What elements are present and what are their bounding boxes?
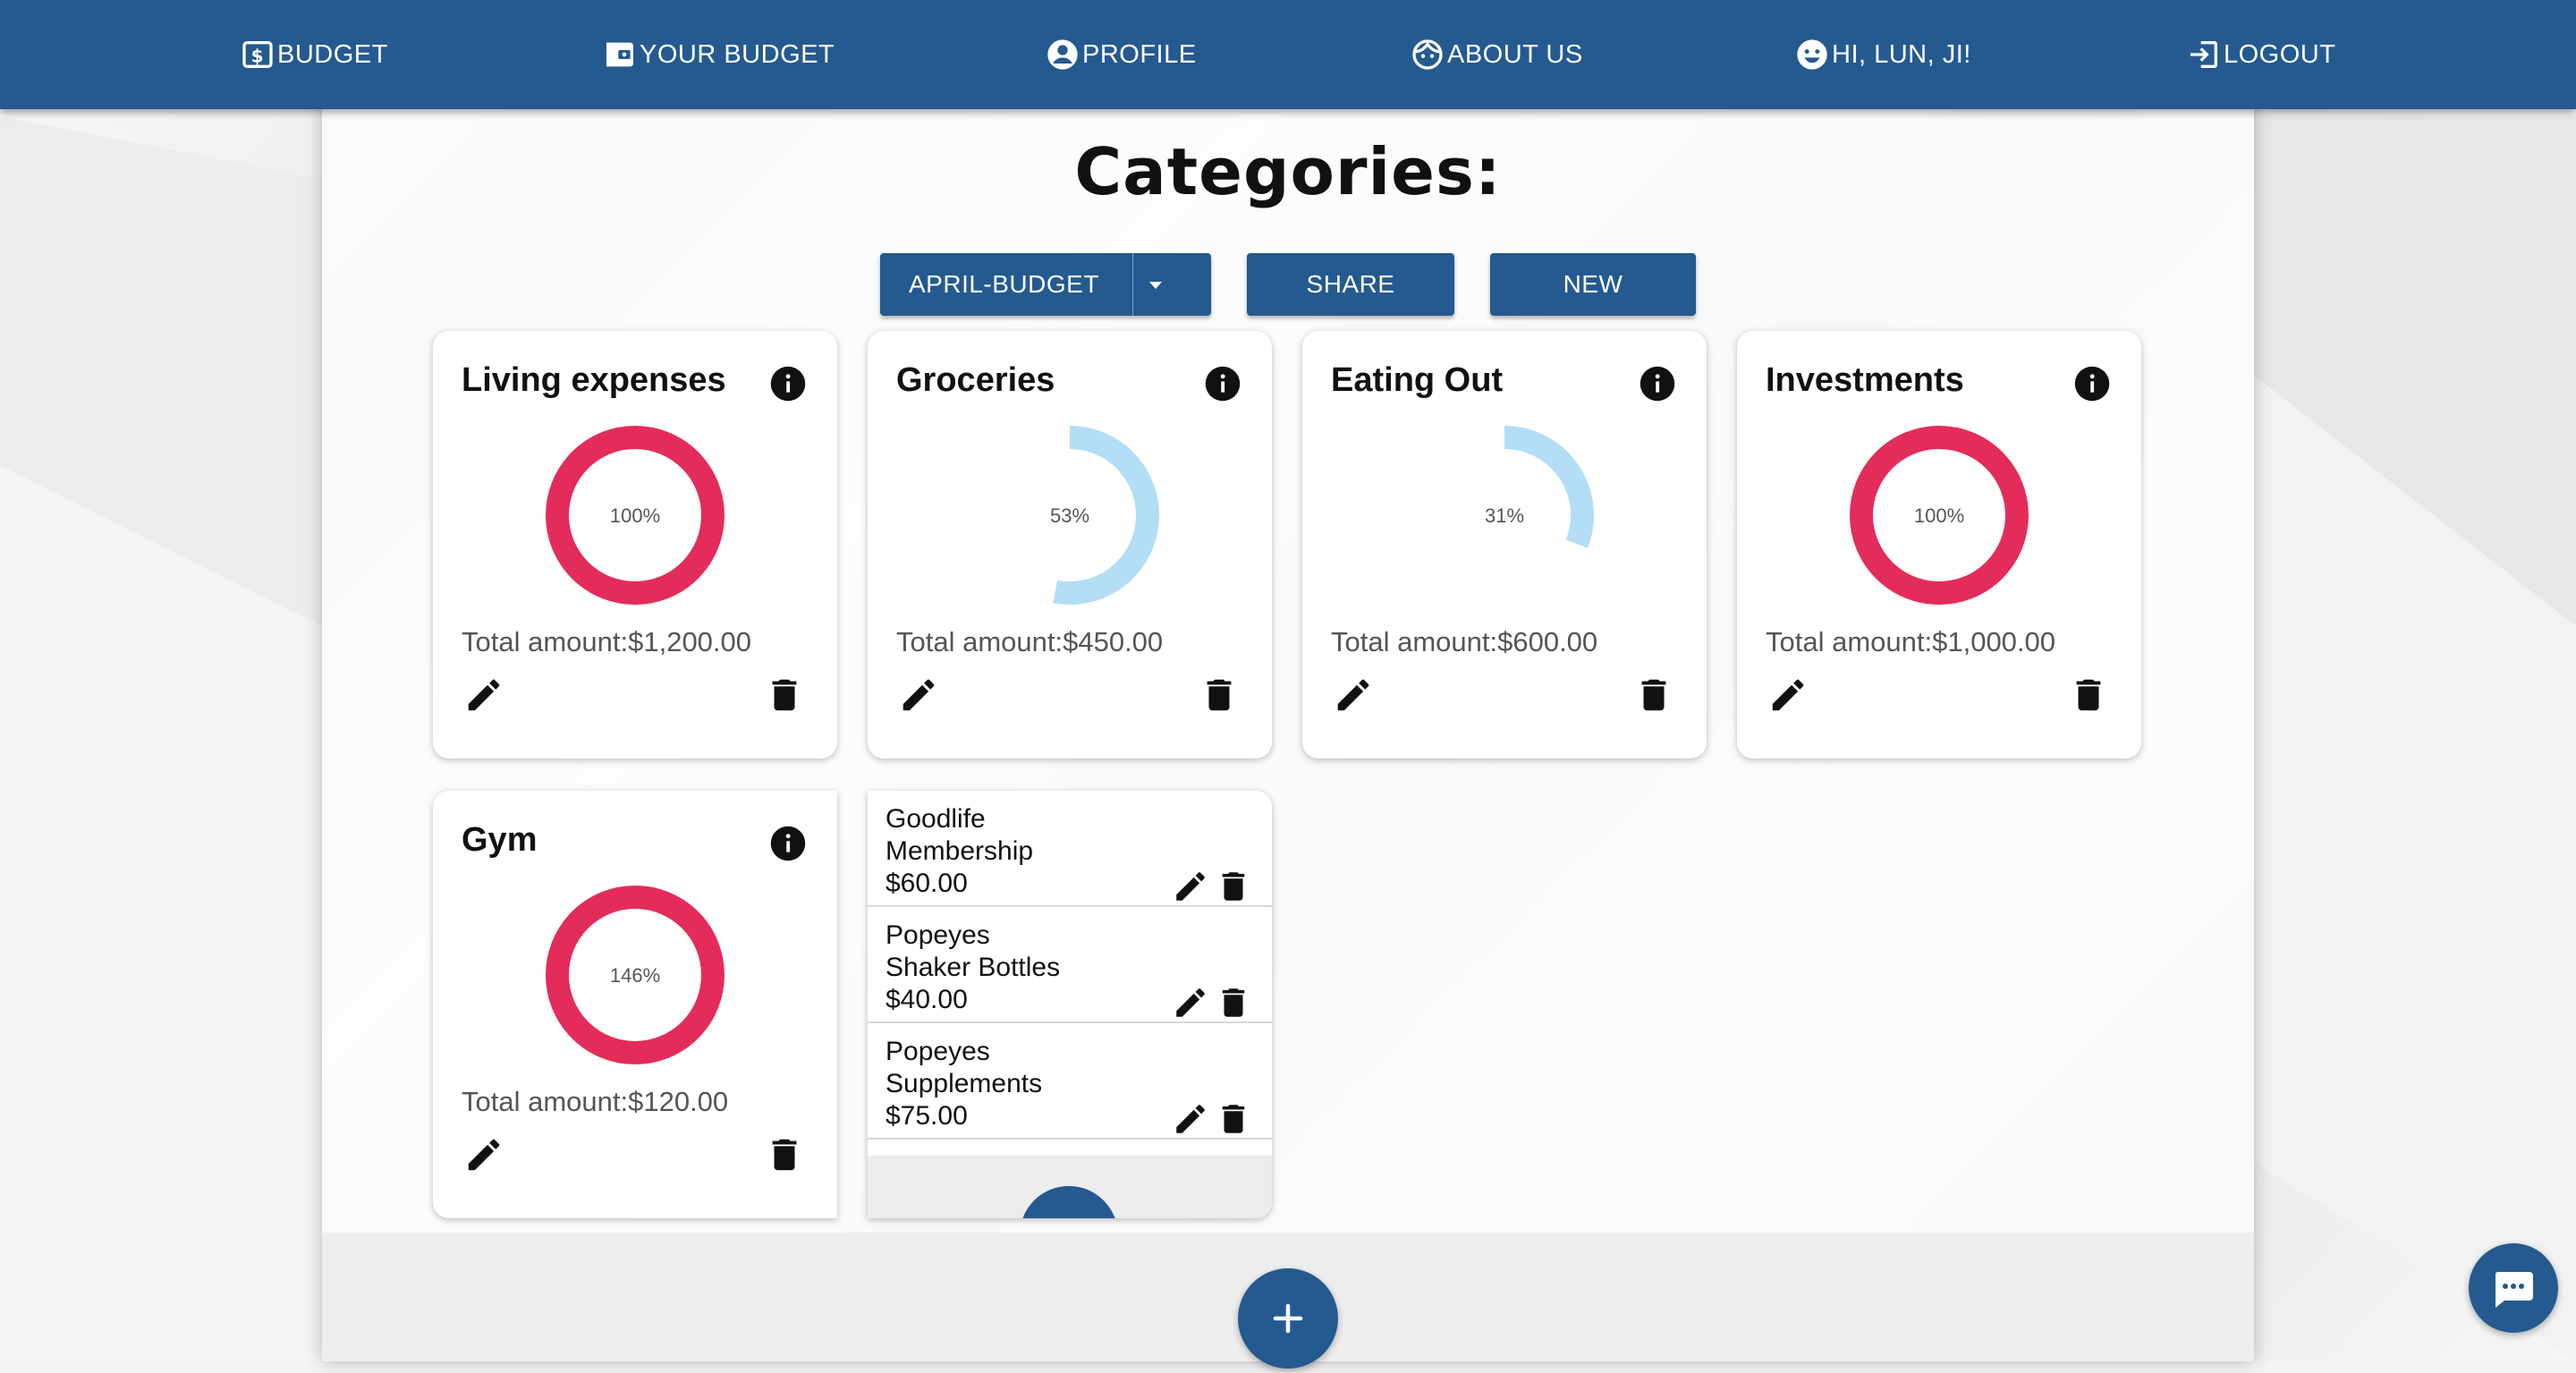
nav-budget-label: BUDGET	[277, 39, 388, 69]
category-title: Investments	[1766, 361, 1964, 399]
list-item[interactable]: Popeyes Shaker Bottles $40.00	[868, 907, 1272, 1023]
item-text: Popeyes Shaker Bottles $40.00	[886, 920, 1118, 1016]
wallet-icon	[606, 42, 633, 67]
category-total: Total amount:$600.00	[1331, 626, 1598, 657]
donut-percent-label: 53%	[1050, 504, 1089, 527]
item-text: Goodlife Membership $60.00	[886, 803, 1118, 900]
edit-icon[interactable]	[1172, 1100, 1209, 1138]
category-total: Total amount:$1,000.00	[1766, 626, 2056, 657]
category-card-investments[interactable]: Investments 100% Total amount:$1,000.00	[1737, 331, 2141, 759]
chat-button[interactable]	[2469, 1243, 2558, 1333]
category-total: Total amount:$1,200.00	[462, 626, 752, 657]
category-donut-chart: 100%	[546, 426, 724, 605]
category-title: Gym	[462, 821, 538, 859]
info-icon[interactable]	[1204, 365, 1241, 403]
category-card-groceries[interactable]: Groceries 53% Total amount:$450.00	[868, 331, 1272, 759]
category-donut-chart: 53%	[1050, 426, 1159, 605]
top-navbar: $ BUDGET YOUR BUDGET PROFILE ABOUT US HI…	[0, 0, 2576, 109]
trash-icon[interactable]	[764, 674, 805, 716]
edit-icon[interactable]	[463, 1134, 504, 1175]
trash-icon[interactable]	[1215, 984, 1252, 1021]
item-name-line1: Goodlife	[886, 804, 986, 834]
info-icon[interactable]	[769, 825, 807, 862]
edit-icon[interactable]	[1333, 674, 1374, 716]
item-text: Popeyes Supplements $75.00	[886, 1036, 1118, 1132]
category-card-eating-out[interactable]: Eating Out 31% Total amount:$600.00	[1302, 331, 1707, 759]
nav-budget[interactable]: $ BUDGET	[240, 32, 388, 77]
category-card-living-expenses[interactable]: Living expenses 100% Total amount:$1,200…	[433, 331, 837, 759]
donut-percent-label: 31%	[1485, 504, 1524, 527]
share-button[interactable]: SHARE	[1247, 253, 1454, 316]
dollar-icon: $	[242, 41, 273, 68]
info-icon[interactable]	[2073, 365, 2111, 403]
edit-icon[interactable]	[1172, 868, 1209, 905]
item-amount: $75.00	[886, 1101, 968, 1131]
new-button[interactable]: NEW	[1490, 253, 1696, 316]
trash-icon[interactable]	[1199, 674, 1240, 716]
item-name-line1: Popeyes	[886, 1037, 990, 1066]
donut-percent-label: 100%	[1914, 504, 1964, 527]
nav-about[interactable]: ABOUT US	[1410, 32, 1583, 77]
item-amount: $60.00	[886, 869, 968, 898]
budget-select[interactable]: APRIL-BUDGET	[880, 253, 1211, 316]
item-amount: $40.00	[886, 985, 968, 1014]
donut-percent-label: 146%	[610, 964, 660, 987]
svg-text:$: $	[251, 45, 265, 66]
chat-icon	[2495, 1272, 2533, 1308]
category-donut-chart: 31%	[1485, 426, 1594, 548]
list-item[interactable]: Popeyes Supplements $75.00	[868, 1023, 1272, 1140]
category-title: Eating Out	[1331, 361, 1504, 399]
nav-your-budget-label: YOUR BUDGET	[640, 39, 835, 69]
category-donut-chart: 146%	[546, 886, 724, 1064]
account-circle-icon	[1047, 39, 1078, 70]
category-title: Groceries	[896, 361, 1055, 399]
trash-icon[interactable]	[2068, 674, 2109, 716]
info-icon[interactable]	[769, 365, 807, 403]
item-name-line2: Membership	[886, 836, 1034, 866]
item-name-line1: Popeyes	[886, 920, 990, 950]
smiley-icon	[1797, 39, 1827, 70]
donut-arc	[1504, 426, 1594, 548]
budget-select-value: APRIL-BUDGET	[909, 270, 1099, 298]
edit-icon[interactable]	[1767, 674, 1809, 716]
category-donut-chart: 100%	[1850, 426, 2029, 605]
list-item[interactable]: Goodlife Membership $60.00	[868, 791, 1272, 907]
trash-icon[interactable]	[1633, 674, 1674, 716]
nav-profile[interactable]: PROFILE	[1045, 32, 1197, 77]
gym-expense-list: Goodlife Membership $60.00 Popeyes Shake…	[868, 791, 1272, 1218]
nav-greeting-label: HI, LUN, JI!	[1832, 39, 1971, 69]
category-card-gym[interactable]: Gym 146% Total amount:$120.00	[433, 791, 837, 1218]
page-title: Categories:	[1074, 134, 1502, 209]
nav-about-label: ABOUT US	[1447, 39, 1583, 69]
nav-logout[interactable]: LOGOUT	[2186, 32, 2335, 77]
category-total: Total amount:$120.00	[462, 1086, 729, 1117]
logout-icon	[2190, 41, 2217, 68]
nav-your-budget[interactable]: YOUR BUDGET	[602, 32, 835, 77]
trash-icon[interactable]	[1215, 868, 1252, 905]
item-name-line2: Shaker Bottles	[886, 953, 1061, 982]
plus-icon	[1273, 1303, 1303, 1334]
nav-greeting[interactable]: HI, LUN, JI!	[1794, 32, 1971, 77]
edit-icon[interactable]	[1172, 984, 1209, 1021]
item-name-line2: Supplements	[886, 1069, 1043, 1098]
donut-percent-label: 100%	[610, 504, 660, 527]
add-category-button[interactable]	[1238, 1268, 1338, 1369]
trash-icon[interactable]	[1215, 1100, 1252, 1138]
category-total: Total amount:$450.00	[896, 626, 1164, 657]
nav-logout-label: LOGOUT	[2224, 39, 2336, 69]
category-title: Living expenses	[462, 361, 726, 399]
info-icon[interactable]	[1639, 365, 1676, 403]
split-divider	[1132, 253, 1133, 316]
edit-icon[interactable]	[463, 674, 504, 716]
face-icon	[1412, 39, 1443, 70]
caret-down-icon[interactable]	[1145, 274, 1166, 295]
nav-profile-label: PROFILE	[1082, 39, 1197, 69]
edit-icon[interactable]	[898, 674, 939, 716]
trash-icon[interactable]	[764, 1134, 805, 1175]
